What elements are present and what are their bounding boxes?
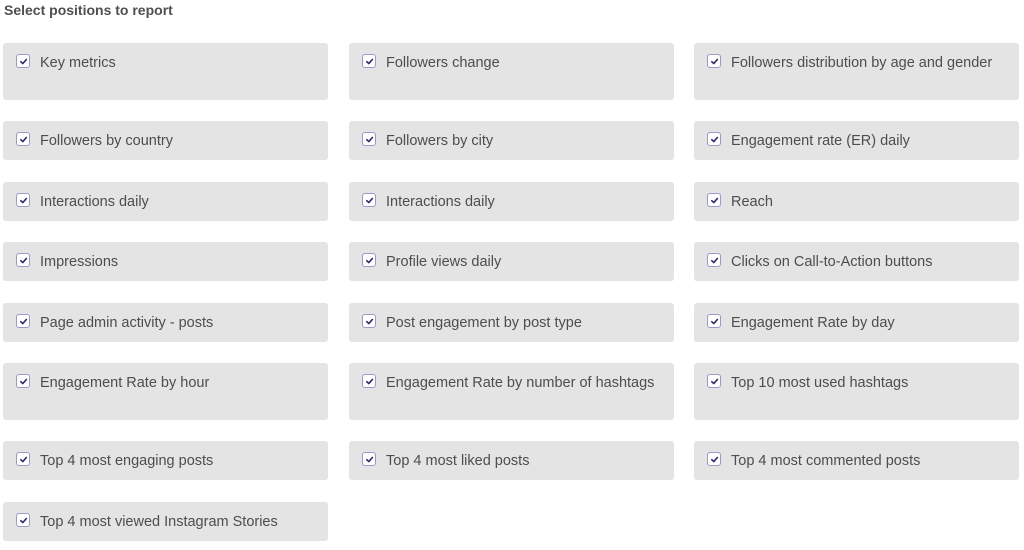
checkbox[interactable] <box>362 374 376 388</box>
report-option-label: Key metrics <box>40 55 116 71</box>
checkmark-icon <box>19 58 27 64</box>
checkbox[interactable] <box>707 452 721 466</box>
checkbox[interactable] <box>362 452 376 466</box>
checkmark-icon <box>19 517 27 523</box>
checkmark-icon <box>710 378 718 384</box>
report-option-label: Engagement Rate by day <box>731 315 895 331</box>
report-option-label: Page admin activity - posts <box>40 315 214 331</box>
report-option[interactable]: Reach <box>694 182 1019 221</box>
checkbox[interactable] <box>16 193 30 207</box>
report-option[interactable]: Interactions daily <box>3 182 328 221</box>
checkbox[interactable] <box>707 314 721 328</box>
report-option-label: Reach <box>731 194 773 210</box>
checkmark-icon <box>19 456 27 462</box>
report-option[interactable]: Top 4 most commented posts <box>694 441 1019 480</box>
checkbox[interactable] <box>362 253 376 267</box>
report-option[interactable]: Followers by city <box>349 121 674 160</box>
checkbox[interactable] <box>16 513 30 527</box>
report-option[interactable]: Clicks on Call-to-Action buttons <box>694 242 1019 281</box>
report-option-label: Top 4 most viewed Instagram Stories <box>40 514 278 530</box>
report-option[interactable]: Followers change <box>349 43 674 100</box>
report-option-label: Clicks on Call-to-Action buttons <box>731 254 933 270</box>
checkmark-icon <box>19 318 27 324</box>
checkmark-icon <box>710 456 718 462</box>
checkbox[interactable] <box>16 132 30 146</box>
checkmark-icon <box>19 136 27 142</box>
report-option-label: Followers by country <box>40 133 173 149</box>
checkmark-icon <box>19 257 27 263</box>
report-option[interactable]: Profile views daily <box>349 242 674 281</box>
checkmark-icon <box>365 456 373 462</box>
checkbox[interactable] <box>362 54 376 68</box>
checkmark-icon <box>365 257 373 263</box>
report-option[interactable]: Top 4 most engaging posts <box>3 441 328 480</box>
report-option-label: Top 4 most commented posts <box>731 453 921 469</box>
checkbox[interactable] <box>362 193 376 207</box>
report-option[interactable]: Key metrics <box>3 43 328 100</box>
checkmark-icon <box>365 136 373 142</box>
report-option[interactable]: Impressions <box>3 242 328 281</box>
checkmark-icon <box>365 378 373 384</box>
report-option[interactable]: Page admin activity - posts <box>3 303 328 342</box>
checkmark-icon <box>365 197 373 203</box>
checkbox[interactable] <box>707 374 721 388</box>
checkmark-icon <box>710 136 718 142</box>
report-option[interactable]: Engagement rate (ER) daily <box>694 121 1019 160</box>
checkmark-icon <box>710 257 718 263</box>
report-option-label: Top 10 most used hashtags <box>731 375 909 391</box>
report-option-label: Post engagement by post type <box>386 315 582 331</box>
report-option-label: Impressions <box>40 254 119 270</box>
report-option-label: Interactions daily <box>40 194 149 210</box>
report-option[interactable]: Post engagement by post type <box>349 303 674 342</box>
report-option-label: Top 4 most liked posts <box>386 453 530 469</box>
checkbox[interactable] <box>16 253 30 267</box>
report-option[interactable]: Engagement Rate by hour <box>3 363 328 420</box>
checkbox[interactable] <box>362 314 376 328</box>
report-option[interactable]: Top 4 most viewed Instagram Stories <box>3 502 328 541</box>
checkbox[interactable] <box>362 132 376 146</box>
checkmark-icon <box>365 58 373 64</box>
report-option[interactable]: Interactions daily <box>349 182 674 221</box>
report-option[interactable]: Top 10 most used hashtags <box>694 363 1019 420</box>
report-option-label: Interactions daily <box>386 194 495 210</box>
report-option-label: Followers by city <box>386 133 494 149</box>
report-option[interactable]: Engagement Rate by number of hashtags <box>349 363 674 420</box>
section-title: Select positions to report <box>4 2 173 18</box>
report-option[interactable]: Top 4 most liked posts <box>349 441 674 480</box>
report-option-label: Engagement Rate by hour <box>40 375 210 391</box>
checkbox[interactable] <box>16 54 30 68</box>
checkbox[interactable] <box>16 314 30 328</box>
checkmark-icon <box>710 197 718 203</box>
report-option[interactable]: Engagement Rate by day <box>694 303 1019 342</box>
checkbox[interactable] <box>707 54 721 68</box>
checkbox[interactable] <box>16 374 30 388</box>
checkbox[interactable] <box>707 253 721 267</box>
checkbox[interactable] <box>707 132 721 146</box>
checkmark-icon <box>710 58 718 64</box>
checkmark-icon <box>710 318 718 324</box>
report-option-label: Followers distribution by age and gender <box>731 55 993 71</box>
checkbox[interactable] <box>16 452 30 466</box>
report-option-label: Top 4 most engaging posts <box>40 453 214 469</box>
report-option[interactable]: Followers by country <box>3 121 328 160</box>
checkmark-icon <box>365 318 373 324</box>
checkbox[interactable] <box>707 193 721 207</box>
checkmark-icon <box>19 378 27 384</box>
report-option-label: Engagement rate (ER) daily <box>731 133 910 149</box>
report-option-label: Engagement Rate by number of hashtags <box>386 375 655 391</box>
checkmark-icon <box>19 197 27 203</box>
report-option-label: Followers change <box>386 55 500 71</box>
report-option[interactable]: Followers distribution by age and gender <box>694 43 1019 100</box>
report-option-label: Profile views daily <box>386 254 502 270</box>
